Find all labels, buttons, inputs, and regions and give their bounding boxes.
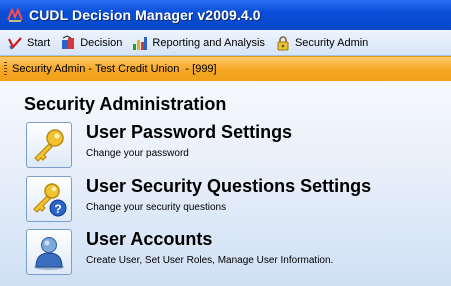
item-description: Change your password	[86, 148, 189, 159]
user-icon[interactable]	[26, 229, 72, 275]
grip-handle	[4, 62, 7, 76]
key-question-icon[interactable]: ?	[26, 176, 72, 222]
menu-item-decision[interactable]: Decision	[57, 32, 125, 54]
item-title[interactable]: User Security Questions Settings	[86, 176, 371, 197]
menu-item-label: Decision	[80, 36, 123, 49]
decision-icon	[62, 34, 75, 49]
window-title: CUDL Decision Manager v2009.4.0	[29, 7, 261, 23]
menu-bar: Start Decision Reporting and Analysis Se…	[0, 30, 451, 56]
user-accounts-item[interactable]: User Accounts Create User, Set User Role…	[26, 229, 446, 279]
menu-item-start[interactable]: Start	[4, 32, 53, 54]
reporting-icon	[133, 36, 148, 50]
title-bar: CUDL Decision Manager v2009.4.0	[0, 0, 451, 30]
svg-text:?: ?	[54, 202, 61, 216]
item-title[interactable]: User Password Settings	[86, 122, 292, 143]
key-icon[interactable]	[26, 122, 72, 168]
menu-item-reporting[interactable]: Reporting and Analysis	[129, 32, 268, 54]
user-password-settings-item[interactable]: User Password Settings Change your passw…	[26, 122, 446, 172]
item-title[interactable]: User Accounts	[86, 229, 212, 250]
menu-item-label: Reporting and Analysis	[152, 36, 265, 49]
app-icon	[7, 7, 23, 22]
start-icon	[8, 36, 22, 50]
context-text: Security Admin - Test Credit Union - [99…	[12, 63, 217, 75]
menu-item-label: Start	[27, 36, 51, 49]
context-bar: Security Admin - Test Credit Union - [99…	[0, 56, 451, 82]
item-description: Create User, Set User Roles, Manage User…	[86, 255, 334, 266]
user-security-questions-item[interactable]: ? User Security Questions Settings Chang…	[26, 176, 446, 226]
lock-icon	[277, 35, 289, 50]
main-panel: Security Administration User Password Se…	[0, 81, 451, 286]
item-description: Change your security questions	[86, 202, 227, 213]
page-title: Security Administration	[24, 94, 227, 114]
menu-item-security-admin[interactable]: Security Admin	[272, 32, 371, 54]
menu-item-label: Security Admin	[294, 36, 369, 49]
